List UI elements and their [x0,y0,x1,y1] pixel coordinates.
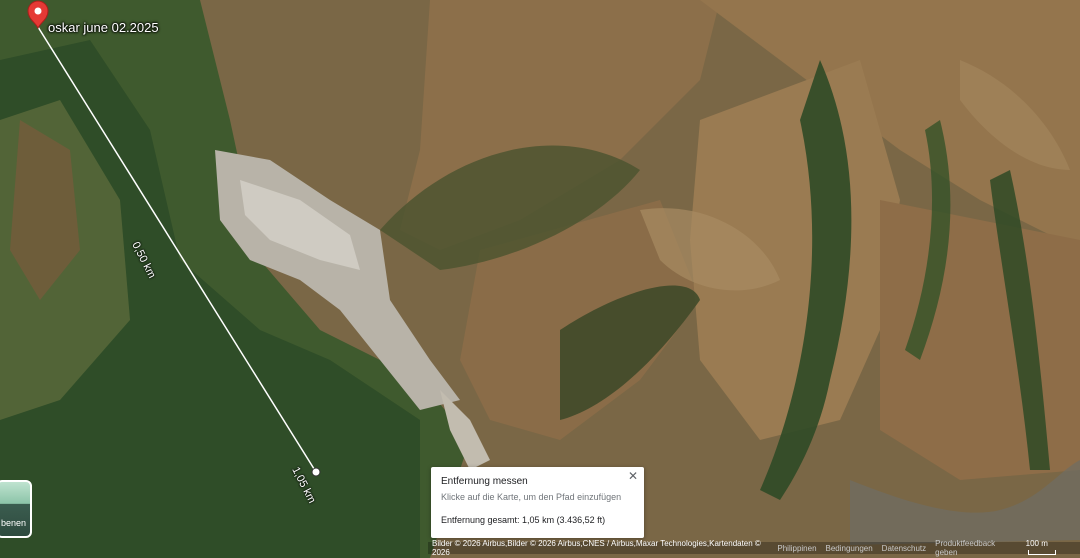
layer-switcher[interactable]: benen [0,480,32,538]
measure-end-point[interactable] [311,467,321,477]
marker-label[interactable]: oskar june 02.2025 [48,20,159,35]
measure-title: Entfernung messen [441,476,528,487]
scale-bar [1027,550,1056,555]
privacy-link[interactable]: Datenschutz [882,544,926,553]
scale-control[interactable]: 100 m [1026,539,1076,557]
layer-switcher-label: benen [0,518,26,528]
terms-link[interactable]: Bedingungen [826,544,873,553]
map-footer: Bilder © 2026 Airbus,Bilder © 2026 Airbu… [428,539,1080,557]
attribution-text: Bilder © 2026 Airbus,Bilder © 2026 Airbu… [432,539,761,557]
measure-total: Entfernung gesamt: 1,05 km (3.436,52 ft) [441,515,606,525]
close-icon[interactable]: ✕ [628,470,638,482]
region-link[interactable]: Philippinen [777,544,816,553]
measure-distance-panel: ✕ Entfernung messen Klicke auf die Karte… [431,467,644,538]
measure-hint: Klicke auf die Karte, um den Pfad einzuf… [441,492,622,502]
feedback-link[interactable]: Produktfeedback geben [935,539,1017,557]
scale-label: 100 m [1025,539,1048,548]
